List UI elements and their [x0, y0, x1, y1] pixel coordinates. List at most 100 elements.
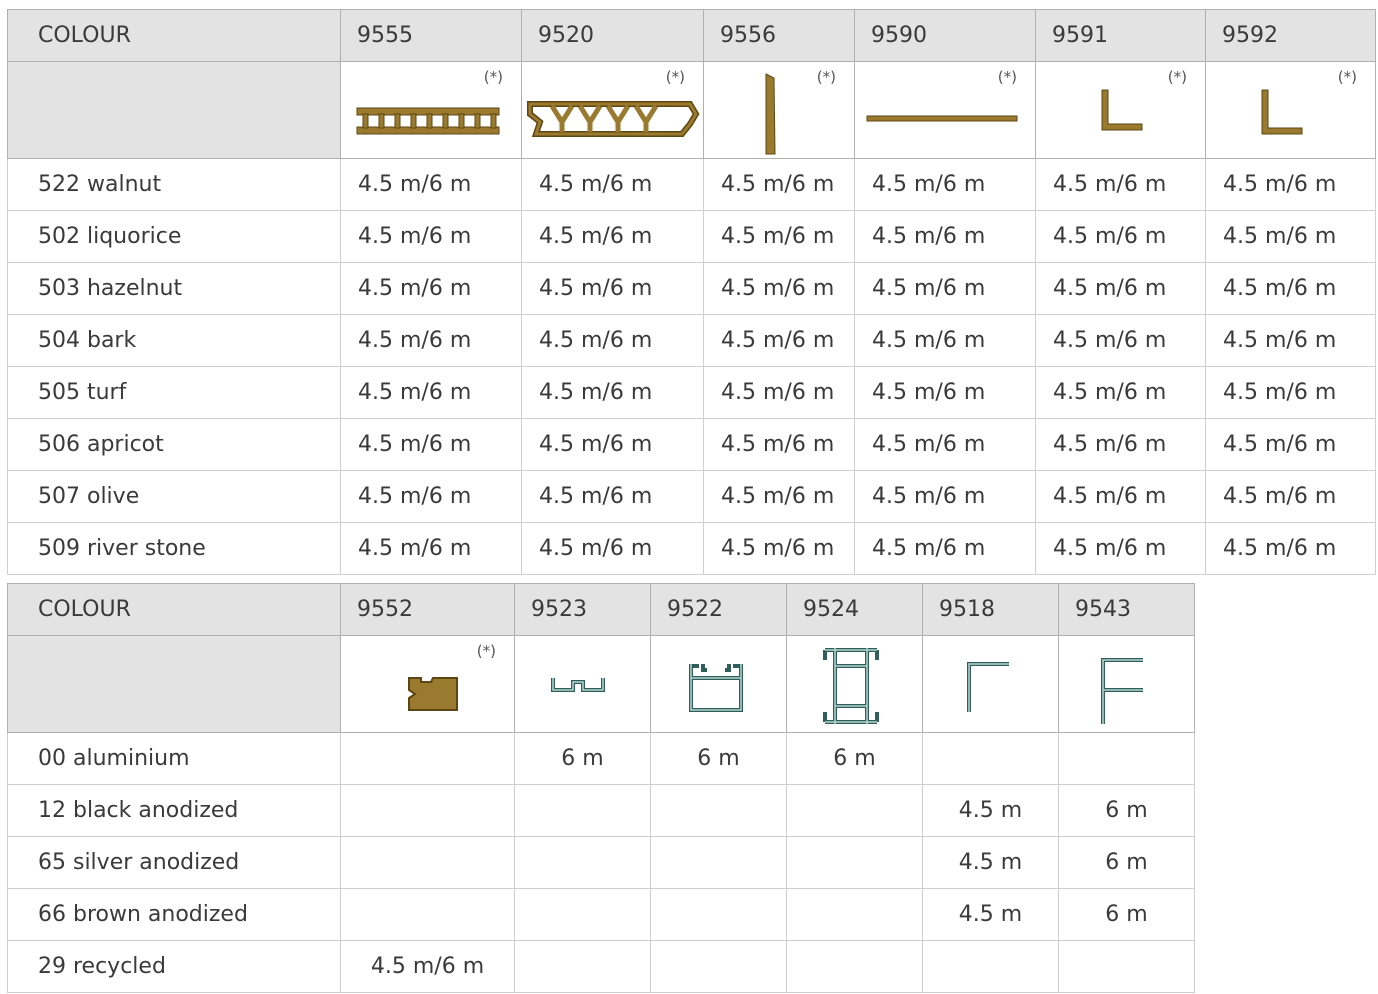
colour-label: 507 olive	[7, 470, 341, 523]
length-cell: 4.5 m/6 m	[340, 522, 522, 575]
profile-code-header: 9552	[340, 583, 515, 636]
length-cell: 4.5 m/6 m	[340, 158, 522, 211]
length-cell: 4.5 m/6 m	[521, 262, 704, 315]
colour-label: 503 hazelnut	[7, 262, 341, 315]
length-cell: 6 m	[514, 732, 651, 785]
length-cell: 4.5 m/6 m	[854, 314, 1036, 367]
length-cell: 6 m	[650, 732, 787, 785]
length-cell	[786, 888, 923, 941]
profile-code-header: 9523	[514, 583, 651, 636]
length-cell: 6 m	[1058, 888, 1195, 941]
profile-code-header: 9543	[1058, 583, 1195, 636]
profile-image-cell: (*)	[1205, 61, 1376, 159]
f-profile-icon	[1101, 658, 1143, 724]
length-cell: 4.5 m/6 m	[521, 418, 704, 471]
length-cell: 4.5 m/6 m	[703, 314, 855, 367]
table-row: 502 liquorice 4.5 m/6 m 4.5 m/6 m 4.5 m/6 m…	[7, 210, 1376, 263]
length-cell: 4.5 m/6 m	[854, 262, 1036, 315]
profile-image-cell	[514, 635, 651, 733]
table-row: 522 walnut 4.5 m/6 m 4.5 m/6 m 4.5 m/6 m 4.5…	[7, 158, 1376, 211]
length-cell	[1058, 732, 1195, 785]
profile-code-header: 9520	[521, 9, 704, 62]
length-cell: 6 m	[1058, 836, 1195, 889]
length-cell: 4.5 m/6 m	[703, 262, 855, 315]
length-cell: 4.5 m/6 m	[703, 418, 855, 471]
length-cell	[922, 940, 1059, 993]
length-cell	[340, 784, 515, 837]
length-cell: 4.5 m/6 m	[1205, 418, 1376, 471]
box-profile-icon	[689, 664, 743, 712]
profile-image-cell: (*)	[340, 61, 522, 159]
profile-image-cell: (*)	[854, 61, 1036, 159]
length-cell: 4.5 m/6 m	[1205, 522, 1376, 575]
length-cell: 4.5 m/6 m	[521, 522, 704, 575]
table-row: 66 brown anodized 4.5 m6 m	[7, 888, 1195, 941]
empty-cell	[7, 61, 341, 159]
colour-label: 65 silver anodized	[7, 836, 341, 889]
profile-code-header: 9591	[1035, 9, 1206, 62]
table-row: 12 black anodized 4.5 m6 m	[7, 784, 1195, 837]
wpc-profiles-table: COLOUR 9555 9520 9556 9590 9591 9592 (*)	[7, 9, 1376, 575]
length-cell	[514, 888, 651, 941]
length-cell: 4.5 m/6 m	[521, 210, 704, 263]
deck-board-profile-icon	[356, 107, 500, 135]
length-cell: 4.5 m	[922, 836, 1059, 889]
length-cell	[786, 940, 923, 993]
length-cell: 4.5 m/6 m	[1035, 522, 1206, 575]
length-cell: 4.5 m/6 m	[1035, 418, 1206, 471]
length-cell: 4.5 m/6 m	[854, 418, 1036, 471]
length-cell: 4.5 m/6 m	[340, 262, 522, 315]
angle-profile-icon	[967, 662, 1009, 712]
length-cell: 4.5 m/6 m	[1205, 314, 1376, 367]
length-cell: 4.5 m/6 m	[703, 522, 855, 575]
length-cell: 4.5 m/6 m	[521, 366, 704, 419]
colour-header: COLOUR	[7, 583, 341, 636]
profile-image-cell	[922, 635, 1059, 733]
length-cell: 4.5 m/6 m	[854, 470, 1036, 523]
deck-board-grooved-profile-icon	[527, 101, 700, 137]
length-cell: 4.5 m/6 m	[340, 418, 522, 471]
length-cell: 4.5 m/6 m	[854, 366, 1036, 419]
angle-profile-icon	[1101, 89, 1143, 131]
length-cell: 4.5 m/6 m	[340, 470, 522, 523]
profile-code-header: 9592	[1205, 9, 1376, 62]
length-cell: 4.5 m/6 m	[854, 158, 1036, 211]
end-cap-profile-icon	[408, 677, 458, 711]
profile-image-cell: (*)	[1035, 61, 1206, 159]
length-cell	[650, 940, 787, 993]
length-cell: 4.5 m/6 m	[521, 314, 704, 367]
table-row: 503 hazelnut 4.5 m/6 m 4.5 m/6 m 4.5 m/6 m4…	[7, 262, 1376, 315]
length-cell	[650, 888, 787, 941]
joist-profile-icon	[823, 648, 879, 724]
colour-label: 12 black anodized	[7, 784, 341, 837]
length-cell: 4.5 m/6 m	[340, 314, 522, 367]
length-cell: 6 m	[786, 732, 923, 785]
length-cell	[514, 784, 651, 837]
length-cell: 4.5 m/6 m	[1035, 314, 1206, 367]
colour-label: 504 bark	[7, 314, 341, 367]
profile-code-header: 9590	[854, 9, 1036, 62]
profile-image-cell: (*)	[340, 635, 515, 733]
profile-image-cell	[650, 635, 787, 733]
length-cell	[650, 784, 787, 837]
vertical-strip-profile-icon	[765, 73, 776, 155]
table-row: 29 recycled 4.5 m/6 m	[7, 940, 1195, 993]
profile-code-header: 9522	[650, 583, 787, 636]
length-cell: 4.5 m/6 m	[1035, 366, 1206, 419]
length-cell: 4.5 m/6 m	[854, 522, 1036, 575]
colour-label: 00 aluminium	[7, 732, 341, 785]
length-cell: 4.5 m/6 m	[703, 158, 855, 211]
length-cell	[786, 836, 923, 889]
length-cell: 6 m	[1058, 784, 1195, 837]
profile-code-header: 9524	[786, 583, 923, 636]
profile-image-row: (*)	[7, 635, 1195, 733]
profile-image-cell	[786, 635, 923, 733]
length-cell: 4.5 m/6 m	[1205, 158, 1376, 211]
channel-profile-icon	[551, 678, 605, 692]
aluminium-profiles-table: COLOUR 9552 9523 9522 9524 9518 9543 (*)	[7, 583, 1195, 993]
flat-strip-profile-icon	[866, 115, 1018, 122]
profile-image-row: (*) (*) (*) (*) (*) (*)	[7, 61, 1376, 159]
profile-code-header: 9556	[703, 9, 855, 62]
length-cell: 4.5 m/6 m	[703, 366, 855, 419]
length-cell	[340, 836, 515, 889]
